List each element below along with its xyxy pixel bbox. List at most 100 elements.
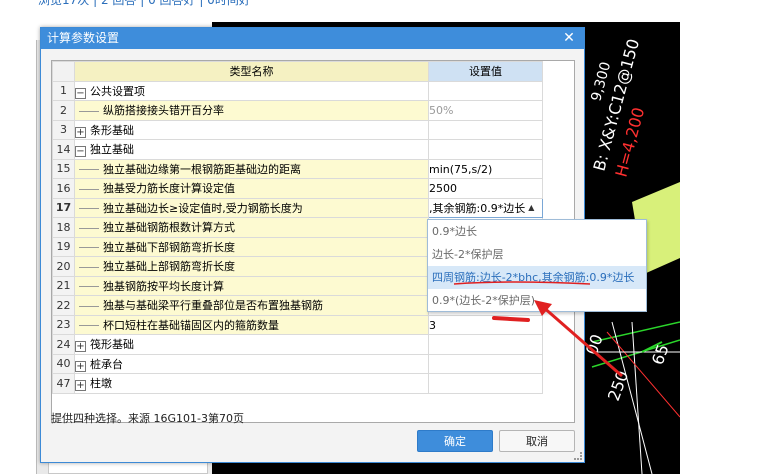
dropdown-option[interactable]: 0.9*边长 <box>428 220 646 243</box>
value-text: 3 <box>429 318 437 332</box>
table-row[interactable]: 3 + 条形基础 <box>52 119 543 140</box>
row-number: 22 <box>52 295 75 316</box>
expand-icon[interactable]: + <box>75 126 86 138</box>
tree-connector <box>79 305 99 307</box>
expand-icon[interactable]: + <box>75 341 86 353</box>
collapse-icon[interactable]: − <box>75 87 86 99</box>
value-select[interactable]: ,其余钢筋:0.9*边长 ▲ <box>428 197 543 218</box>
row-label: 独立基础边长≥设定值时,受力钢筋长度为 <box>103 201 303 215</box>
top-link-text[interactable]: 浏览17次 | 2 回答 | 0 回答好 | 0时间好 <box>38 0 251 8</box>
value-cell <box>428 139 543 160</box>
tree-connector <box>79 110 99 112</box>
dropdown-caret-icon[interactable]: ▲ <box>528 203 534 212</box>
row-label: 独基与基础梁平行重叠部位是否布置独基钢筋 <box>103 299 323 313</box>
row-number: 16 <box>52 178 75 199</box>
table-row[interactable]: 14− 独立基础 <box>52 139 543 160</box>
ok-button[interactable]: 确定 <box>417 430 493 452</box>
dropdown-list: 0.9*边长 边长-2*保护层 四周钢筋:边长-2*bhc,其余钢筋:0.9*边长 0… <box>428 220 646 312</box>
group-name-cell: + 桩承台 <box>74 353 429 374</box>
row-number: 18 <box>52 217 75 238</box>
row-number: 17 <box>52 197 75 218</box>
close-icon[interactable]: ✕ <box>562 28 576 49</box>
tree-connector <box>79 227 99 229</box>
row-number: 15 <box>52 158 75 179</box>
param-name-cell: 独立基础上部钢筋弯折长度 <box>74 256 429 277</box>
cancel-button[interactable]: 取消 <box>499 430 575 452</box>
row-label: 筏形基础 <box>90 338 134 352</box>
tree-connector <box>79 208 99 210</box>
group-name-cell: − 独立基础 <box>74 139 429 160</box>
row-label: 条形基础 <box>90 123 134 137</box>
table-row[interactable]: 17 独立基础边长≥设定值时,受力钢筋长度为 ,其余钢筋:0.9*边长 ▲ <box>52 197 543 218</box>
resize-grip-icon[interactable] <box>574 452 582 460</box>
row-number: 1 <box>52 80 75 101</box>
value-cell <box>428 119 543 140</box>
param-name-cell: 独立基础边缘第一根钢筋距基础边的距离 <box>74 158 429 179</box>
hint-text: 提供四种选择。来源 16G101-3第70页 <box>51 412 244 425</box>
param-name-cell: 独基与基础梁平行重叠部位是否布置独基钢筋 <box>74 295 429 316</box>
table-row[interactable]: 1− 公共设置项 <box>52 80 543 101</box>
row-number: 20 <box>52 256 75 277</box>
row-label: 公共设置项 <box>90 84 145 98</box>
dropdown-option[interactable]: 0.9*(边长-2*保护层) <box>428 289 646 312</box>
table-row[interactable]: 16 独基受力筋长度计算设定值 2500 <box>52 178 543 199</box>
tree-connector <box>79 188 99 190</box>
table-row[interactable]: 40 + 桩承台 <box>52 353 543 374</box>
expand-icon[interactable]: + <box>75 360 86 372</box>
dialog-titlebar[interactable]: 计算参数设置 ✕ <box>41 28 584 49</box>
value-cell[interactable]: 2500 <box>428 178 543 199</box>
row-number: 21 <box>52 275 75 296</box>
table-row[interactable]: 2 纵筋搭接接头错开百分率 50% <box>52 100 543 121</box>
table-row[interactable]: 24 + 筏形基础 <box>52 334 543 355</box>
table-header: 类型名称 设置值 <box>52 61 543 82</box>
tree-connector <box>79 325 99 327</box>
value-cell <box>428 353 543 374</box>
row-label: 纵筋搭接接头错开百分率 <box>103 104 224 118</box>
table-row[interactable]: 23 杯口短柱在基础锚固区内的箍筋数量 3 <box>52 314 543 335</box>
row-label: 独立基础边缘第一根钢筋距基础边的距离 <box>103 162 301 176</box>
collapse-icon[interactable]: − <box>75 146 86 158</box>
value-cell <box>428 373 543 394</box>
row-label: 杯口短柱在基础锚固区内的箍筋数量 <box>103 318 279 332</box>
dropdown-option[interactable]: 边长-2*保护层 <box>428 243 646 266</box>
value-cell <box>428 334 543 355</box>
cad-label-6: 65 <box>648 342 673 368</box>
value-cell[interactable]: min(75,s/2) <box>428 158 543 179</box>
row-number: 47 <box>52 373 75 394</box>
row-label: 柱墩 <box>90 377 112 391</box>
value-cell[interactable]: 50% <box>428 100 543 121</box>
row-label: 独基钢筋按平均长度计算 <box>103 279 224 293</box>
dropdown-option[interactable]: 四周钢筋:边长-2*bhc,其余钢筋:0.9*边长 <box>428 266 646 289</box>
value-text: 2500 <box>429 182 458 195</box>
header-name[interactable]: 类型名称 <box>74 61 429 82</box>
table-row[interactable]: 15 独立基础边缘第一根钢筋距基础边的距离 min(75,s/2) <box>52 158 543 179</box>
row-number: 3 <box>52 119 75 140</box>
calc-params-dialog: 计算参数设置 ✕ 类型名称 设置值 1− 公共设置项 2 纵筋搭接接头错开百分率 50%… <box>40 27 647 463</box>
row-label: 独立基础 <box>90 143 134 157</box>
value-cell <box>428 80 543 101</box>
row-label: 独立基础钢筋根数计算方式 <box>103 221 235 235</box>
tree-connector <box>79 266 99 268</box>
value-text: min(75,s/2) <box>429 162 493 176</box>
group-name-cell: + 筏形基础 <box>74 334 429 355</box>
table-row[interactable]: 47 + 柱墩 <box>52 373 543 394</box>
param-name-cell: 纵筋搭接接头错开百分率 <box>74 100 429 121</box>
row-label: 桩承台 <box>90 357 123 371</box>
value-cell[interactable]: 3 <box>428 314 543 335</box>
param-name-cell: 独立基础下部钢筋弯折长度 <box>74 236 429 257</box>
value-text: 50% <box>429 104 454 117</box>
row-label: 独立基础下部钢筋弯折长度 <box>103 240 235 254</box>
header-corner <box>52 61 75 82</box>
cad-label-4: 00 <box>582 332 607 358</box>
group-name-cell: + 条形基础 <box>74 119 429 140</box>
param-name-cell: 独立基础钢筋根数计算方式 <box>74 217 429 238</box>
row-number: 23 <box>52 314 75 335</box>
param-name-cell: 独立基础边长≥设定值时,受力钢筋长度为 <box>74 197 429 218</box>
row-number: 19 <box>52 236 75 257</box>
cad-line <box>631 321 643 474</box>
group-name-cell: + 柱墩 <box>74 373 429 394</box>
expand-icon[interactable]: + <box>75 380 86 392</box>
header-value[interactable]: 设置值 <box>428 61 543 82</box>
value-dropdown[interactable]: 0.9*边长 边长-2*保护层 四周钢筋:边长-2*bhc,其余钢筋:0.9*边长 0… <box>427 219 647 312</box>
row-label: 独基受力筋长度计算设定值 <box>103 182 235 196</box>
